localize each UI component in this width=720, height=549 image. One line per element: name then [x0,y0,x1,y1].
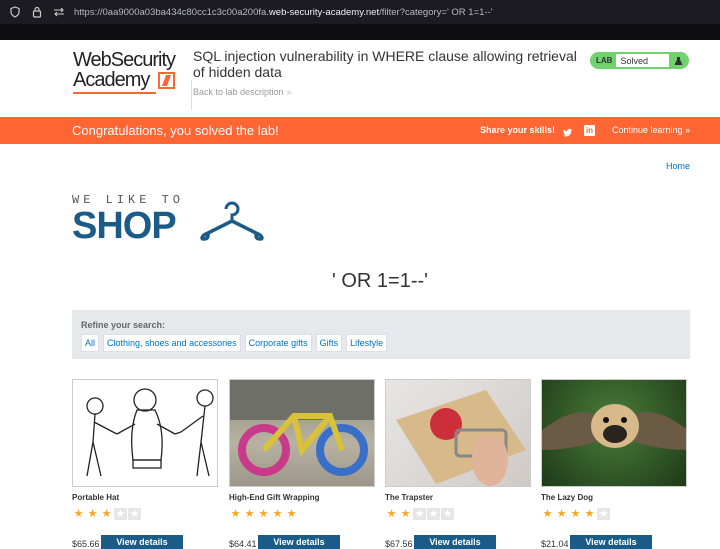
solved-banner: Congratulations, you solved the lab! Sha… [0,117,720,144]
product-price: $65.66 [72,539,100,549]
url-prefix: https://0aa9000a03ba434c80cc1c3c00a200fa… [74,6,269,18]
category-filter-gifts[interactable]: Gifts [315,334,343,352]
continue-learning-link[interactable]: Continue learning » [612,125,690,135]
back-to-lab-description-link[interactable]: Back to lab description» [193,87,292,97]
category-filter-clothing[interactable]: Clothing, shoes and accessories [103,334,241,352]
product-price: $21.04 [541,539,569,549]
star-icon: ★ [569,508,582,520]
lab-title: SQL injection vulnerability in WHERE cla… [193,48,577,80]
double-chevron-right-icon: » [685,125,691,135]
star-icon: ★ [72,508,85,520]
star-icon: ★ [285,508,298,520]
browser-url-bar[interactable]: https://0aa9000a03ba434c80cc1c3c00a200fa… [0,0,720,24]
star-icon: ★ [427,508,440,520]
star-icon: ★ [100,508,113,520]
shop-word: SHOP [72,205,177,247]
star-icon: ★ [541,508,554,520]
star-icon: ★ [441,508,454,520]
category-filters: All Clothing, shoes and accessories Corp… [81,334,391,352]
product-image[interactable] [72,379,218,487]
product-image[interactable] [541,379,687,487]
logo-line1: WebSecurity [73,49,176,71]
header-divider [191,80,192,110]
share-skills-label: Share your skills! [480,125,556,135]
star-icon: ★ [229,508,242,520]
url-domain: web-security-academy.net [268,6,380,18]
refine-search-panel: Refine your search: All Clothing, shoes … [72,310,690,359]
star-icon: ★ [257,508,270,520]
category-heading: ' OR 1=1--' [332,270,428,292]
category-filter-lifestyle[interactable]: Lifestyle [346,334,388,352]
shield-icon[interactable] [8,5,22,19]
lightning-bolt-icon [158,72,175,89]
product-image[interactable] [385,379,531,487]
product-card: The Lazy Dog ★ ★ ★ ★ ★ $21.04 View details [541,379,687,549]
permissions-icon[interactable] [52,5,66,19]
star-rating: ★ ★ ★ ★ ★ [72,508,218,520]
continue-learning-label: Continue learning [612,125,683,135]
linkedin-icon[interactable]: in [584,125,595,136]
product-name: The Lazy Dog [541,493,594,502]
product-name: The Trapster [385,493,434,502]
url-text[interactable]: https://0aa9000a03ba434c80cc1c3c00a200fa… [74,7,493,18]
star-icon: ★ [271,508,284,520]
double-chevron-right-icon: » [286,87,292,97]
refine-search-label: Refine your search: [81,320,166,330]
home-link[interactable]: Home [666,161,690,171]
star-rating: ★ ★ ★ ★ ★ [385,508,531,520]
logo-underline [73,92,156,94]
product-name: Portable Hat [72,493,120,502]
lock-icon[interactable] [30,5,44,19]
badge-status: Solved [620,55,648,66]
star-icon: ★ [114,508,127,520]
view-details-button[interactable]: View details [570,535,652,549]
product-card: Portable Hat ★ ★ ★ ★ ★ $65.66 View details [72,379,218,549]
product-name: High-End Gift Wrapping [229,493,320,502]
congrats-message: Congratulations, you solved the lab! [72,123,279,138]
star-icon: ★ [597,508,610,520]
star-icon: ★ [583,508,596,520]
view-details-button[interactable]: View details [414,535,496,549]
back-link-label: Back to lab description [193,87,284,97]
toolbar-strip [0,24,720,40]
category-filter-corporate-gifts[interactable]: Corporate gifts [244,334,312,352]
flask-icon [669,54,687,67]
web-security-academy-logo[interactable]: WebSecurity Academy [73,49,183,94]
product-price: $67.56 [385,539,413,549]
lab-status-badge: LAB Solved [590,52,689,69]
url-path: /filter?category=' OR 1=1--' [379,6,493,18]
star-icon: ★ [399,508,412,520]
star-rating: ★ ★ ★ ★ ★ [229,508,375,520]
star-icon: ★ [86,508,99,520]
product-card: The Trapster ★ ★ ★ ★ ★ $67.56 View details [385,379,531,549]
product-price: $64.41 [229,539,257,549]
hanger-icon [200,201,264,241]
star-icon: ★ [413,508,426,520]
twitter-icon[interactable] [562,125,573,137]
star-rating: ★ ★ ★ ★ ★ [541,508,687,520]
star-icon: ★ [243,508,256,520]
star-icon: ★ [128,508,141,520]
star-icon: ★ [385,508,398,520]
academy-header: WebSecurity Academy SQL injection vulner… [0,40,720,117]
view-details-button[interactable]: View details [101,535,183,549]
category-filter-all[interactable]: All [81,334,100,352]
star-icon: ★ [555,508,568,520]
product-image[interactable] [229,379,375,487]
product-card: High-End Gift Wrapping ★ ★ ★ ★ ★ $64.41 View… [229,379,375,549]
view-details-button[interactable]: View details [258,535,340,549]
badge-lab-label: LAB [592,54,617,67]
shop-logo: WE LIKE TO SHOP [72,193,272,247]
